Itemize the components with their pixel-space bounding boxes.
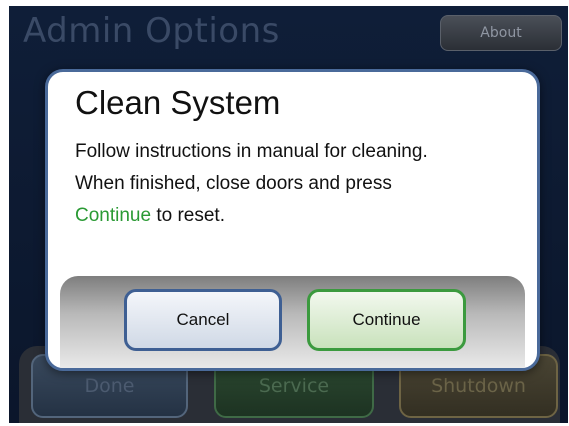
page-title: Admin Options — [23, 11, 280, 51]
dialog-message: Follow instructions in manual for cleani… — [75, 136, 525, 232]
dialog-title: Clean System — [75, 84, 281, 121]
continue-button[interactable]: Continue — [307, 289, 466, 351]
cancel-button[interactable]: Cancel — [124, 289, 282, 351]
dialog-message-line-2: When finished, close doors and press — [75, 173, 392, 194]
dialog-message-line-1: Follow instructions in manual for cleani… — [75, 141, 428, 162]
dialog-message-line-3-rest: to reset. — [151, 205, 225, 226]
dialog-message-line-3: Continue to reset. — [75, 200, 525, 232]
about-button[interactable]: About — [440, 15, 562, 51]
continue-highlight-text: Continue — [75, 205, 152, 226]
clean-system-dialog: Clean System Follow instructions in manu… — [45, 69, 540, 371]
